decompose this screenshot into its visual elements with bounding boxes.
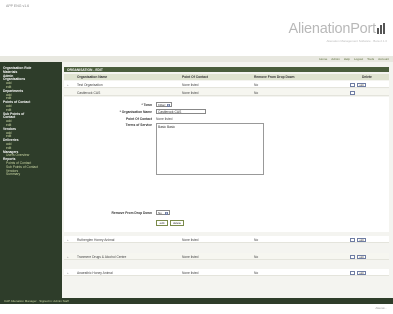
- town-label: * Town: [141, 103, 152, 107]
- app-window: APP ENG v1.6 AlienationPort Alienation M…: [0, 0, 393, 314]
- logo-text: AlienationPort: [288, 21, 377, 37]
- expand-icon[interactable]: +: [67, 271, 69, 275]
- header: APP ENG v1.6 AlienationPort Alienation M…: [0, 0, 393, 60]
- topnav-link[interactable]: Home: [319, 57, 327, 61]
- column-header-delete: Delete: [362, 75, 372, 79]
- terms-textarea[interactable]: Basic Basic: [156, 123, 264, 175]
- column-header-remove: Remove From Drop Down: [254, 75, 295, 79]
- logo: AlienationPort Alienation Management Sof…: [289, 20, 387, 43]
- remove-select[interactable]: No ▾: [156, 210, 170, 215]
- remove-select-value: No: [158, 211, 162, 215]
- org-name-input[interactable]: Castlerock CAS: [156, 109, 206, 114]
- town-select[interactable]: Killarr ▾: [156, 102, 172, 107]
- table-row[interactable]: + Rutherglen Honey Animal None listed No…: [64, 236, 389, 243]
- poc-value: None listed: [156, 117, 173, 121]
- poc-value: None listed: [182, 238, 199, 242]
- remove-value: No: [254, 91, 259, 95]
- remove-value: No: [254, 83, 259, 87]
- status-text: CAP Alienation Manager · Signed in: Admi…: [4, 299, 69, 303]
- delete-button[interactable]: delete: [170, 220, 184, 226]
- poc-value: None listed: [182, 91, 199, 95]
- edit-button[interactable]: edit: [156, 220, 168, 226]
- remove-value: No: [254, 271, 259, 275]
- table-row[interactable]: + Tranmere Drugs & Alcohol Centre None l…: [64, 253, 389, 260]
- remove-label: Remove From Drop Down: [111, 211, 152, 215]
- main-content: ORGANISATION - EDIT Organisation Name Po…: [62, 62, 393, 298]
- app-version-label: APP ENG v1.6: [6, 4, 30, 8]
- poc-value: None listed: [182, 255, 199, 259]
- topnav-link[interactable]: Account: [378, 57, 389, 61]
- edit-row-button[interactable]: edit: [357, 237, 366, 242]
- edit-row-button[interactable]: edit: [357, 270, 366, 275]
- expand-icon[interactable]: +: [67, 83, 69, 87]
- column-header-name: Organisation Name: [77, 75, 108, 79]
- chevron-down-icon: ▾: [167, 103, 170, 107]
- remove-value: No: [254, 255, 259, 259]
- logo-mark-icon: [377, 23, 387, 34]
- org-name: Castlerock CAS: [77, 91, 101, 95]
- topnav-link[interactable]: Admin: [331, 57, 340, 61]
- delete-checkbox[interactable]: [350, 90, 355, 95]
- topnav-link[interactable]: Help: [344, 57, 350, 61]
- table-row[interactable]: Castlerock CAS None listed No: [64, 89, 389, 96]
- remove-value: No: [254, 238, 259, 242]
- sidebar: Organisation Role Materials Admin Organisat…: [0, 62, 62, 298]
- delete-checkbox[interactable]: [350, 82, 355, 87]
- terms-label: Terms of Service: [125, 123, 152, 127]
- poc-label: Point Of Contact: [125, 117, 152, 121]
- town-select-value: Killarr: [158, 103, 166, 107]
- poc-value: None listed: [182, 83, 199, 87]
- status-bar: CAP Alienation Manager · Signed in: Admi…: [0, 298, 393, 304]
- topnav-link[interactable]: Tools: [367, 57, 374, 61]
- delete-checkbox[interactable]: [350, 237, 355, 242]
- table-row[interactable]: + Test Organisation None listed No edit: [64, 81, 389, 88]
- topnav-link[interactable]: Logout: [354, 57, 363, 61]
- top-nav: Home Admin Help Logout Tools Account: [319, 57, 389, 61]
- column-header-poc: Point Of Contact: [182, 75, 209, 79]
- edit-form: * Town Killarr ▾ * Organisation Name Cast…: [64, 97, 389, 232]
- section-title: ORGANISATION - EDIT: [67, 67, 103, 72]
- delete-checkbox[interactable]: [350, 270, 355, 275]
- delete-checkbox[interactable]: [350, 254, 355, 259]
- table-row[interactable]: + Anaesthic Honey Animal None listed No …: [64, 269, 389, 276]
- org-name: Tranmere Drugs & Alcohol Centre: [77, 255, 127, 259]
- expand-icon[interactable]: +: [67, 238, 69, 242]
- sidebar-link[interactable]: Summary: [6, 173, 62, 177]
- table-header: Organisation Name Point Of Contact Remov…: [64, 74, 389, 80]
- chevron-down-icon: ▾: [165, 211, 168, 215]
- logo-tagline: Alienation Management Software · Beta 2.…: [326, 39, 387, 43]
- org-name: Rutherglen Honey Animal: [77, 238, 115, 242]
- poc-value: None listed: [182, 271, 199, 275]
- edit-row-button[interactable]: edit: [357, 82, 366, 87]
- expand-icon[interactable]: +: [67, 255, 69, 259]
- org-name-label: * Organisation Name: [119, 110, 152, 114]
- edit-row-button[interactable]: edit: [357, 254, 366, 259]
- org-name: Anaesthic Honey Animal: [77, 271, 113, 275]
- org-name: Test Organisation: [77, 83, 103, 87]
- footer-label: Alienat...: [375, 306, 387, 310]
- section-header: ORGANISATION - EDIT: [64, 67, 389, 72]
